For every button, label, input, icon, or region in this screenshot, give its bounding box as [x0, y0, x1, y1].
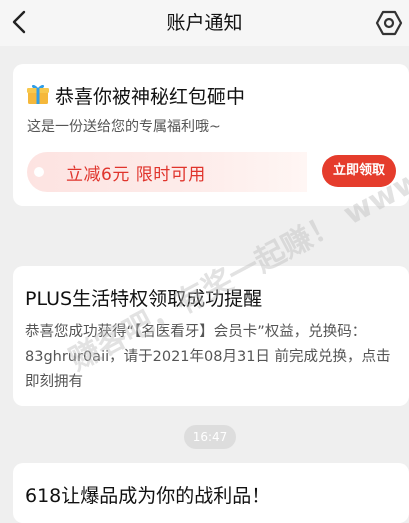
timestamp-badge: 16:47: [184, 425, 236, 449]
notification-title: PLUS生活特权领取成功提醒: [25, 288, 263, 310]
settings-icon: [375, 10, 403, 36]
notification-body: 恭喜您成功获得“【名医看牙】会员卡”权益，兑换码：83ghrur0aii，请于2…: [25, 324, 391, 390]
top-navigation-bar: 账户通知: [0, 0, 409, 46]
page-title: 账户通知: [166, 12, 243, 34]
notification-subtitle: 这是一份送给您的专属福利哦~: [27, 119, 221, 135]
notification-card-618[interactable]: 618让爆品成为你的战利品！: [13, 463, 409, 523]
claim-button[interactable]: 立即领取: [322, 155, 396, 187]
notification-title: 恭喜你被神秘红包砸中: [55, 86, 246, 108]
notification-card-plus[interactable]: PLUS生活特权领取成功提醒 恭喜您成功获得“【名医看牙】会员卡”权益，兑换码：…: [13, 266, 409, 406]
notification-title: 618让爆品成为你的战利品！: [25, 485, 271, 507]
settings-button[interactable]: [373, 7, 405, 39]
coupon-dot: [34, 167, 44, 177]
gift-icon: [27, 84, 49, 104]
coupon-text: 立减6元 限时可用: [66, 165, 206, 185]
